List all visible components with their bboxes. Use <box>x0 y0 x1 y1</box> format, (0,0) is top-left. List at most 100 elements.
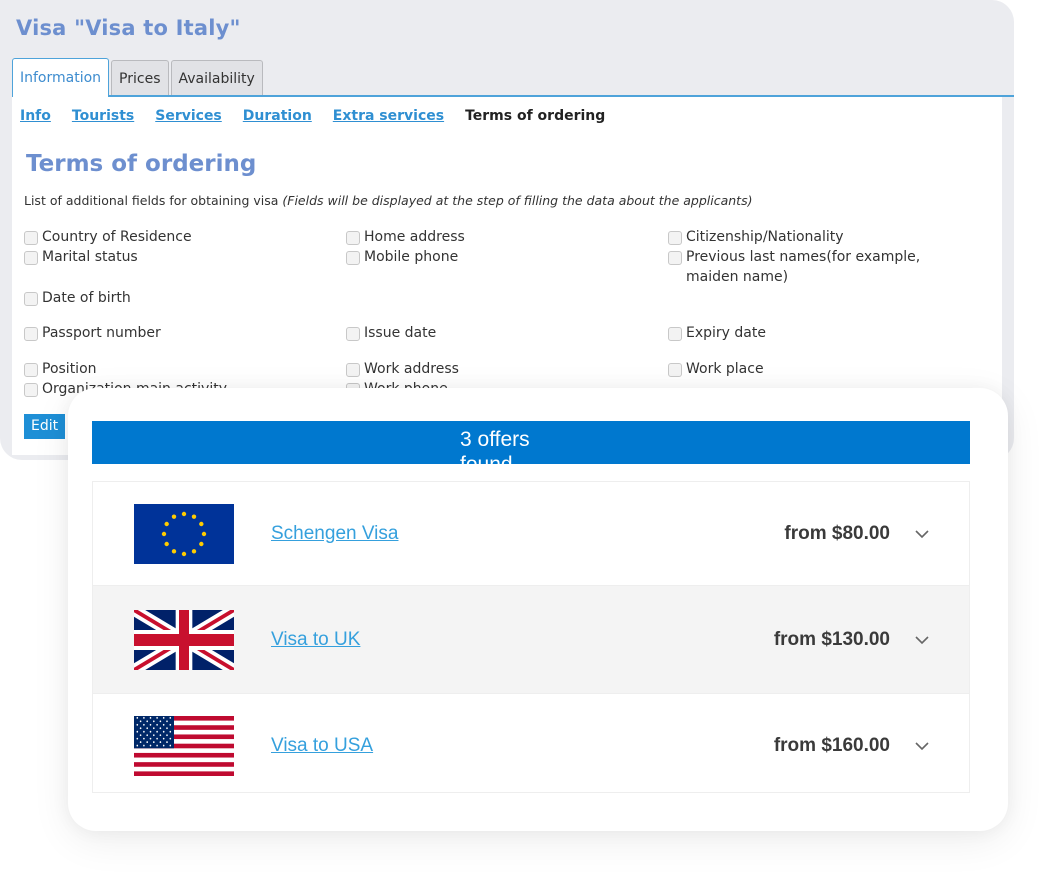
sub-navigation: Info Tourists Services Duration Extra se… <box>20 108 605 124</box>
field-work-place[interactable]: Work place <box>668 359 988 379</box>
us-star <box>169 737 172 740</box>
field-passport-number[interactable]: Passport number <box>24 323 161 343</box>
eu-star <box>161 531 167 536</box>
checkbox[interactable] <box>346 327 360 341</box>
field-label: Previous last names(for example, maiden … <box>686 249 921 285</box>
us-star <box>136 737 139 740</box>
uk-flag-icon <box>134 609 234 670</box>
chevron-down-icon[interactable] <box>913 740 931 752</box>
field-expiry-date[interactable]: Expiry date <box>668 323 988 343</box>
us-star <box>156 730 158 733</box>
eu-star <box>181 551 187 556</box>
offer-price: from $160.00 <box>773 734 890 756</box>
checkbox[interactable] <box>346 251 360 265</box>
eu-star <box>199 541 204 546</box>
field-position[interactable]: Position <box>24 359 97 379</box>
offer-row[interactable]: Visa to UK from $130.00 <box>93 586 969 694</box>
checkbox[interactable] <box>24 251 38 265</box>
offers-count: 3 offers found <box>460 428 530 464</box>
offer-name-link[interactable]: Schengen Visa <box>271 523 398 545</box>
section-heading: Terms of ordering <box>26 151 257 177</box>
us-star <box>143 737 145 740</box>
us-star <box>149 716 152 719</box>
us-star <box>143 730 145 733</box>
offer-name-link[interactable]: Visa to UK <box>271 629 360 651</box>
field-mobile-phone[interactable]: Mobile phone <box>346 247 458 267</box>
field-date-of-birth[interactable]: Date of birth <box>24 288 131 308</box>
us-star <box>169 744 172 746</box>
tab-information[interactable]: Information <box>12 58 110 97</box>
offers-list: Schengen Visa from $80.00 Visa to UK fro… <box>92 481 970 793</box>
usa-flag-icon <box>134 715 234 776</box>
subnav-extra-services[interactable]: Extra services <box>333 108 444 124</box>
field-marital-status[interactable]: Marital status <box>24 247 138 267</box>
chevron-down-icon[interactable] <box>913 634 931 646</box>
us-star <box>169 730 172 733</box>
checkbox[interactable] <box>24 231 38 245</box>
checkbox[interactable] <box>668 327 682 341</box>
field-label: Date of birth <box>42 290 131 306</box>
us-stripe <box>134 770 234 776</box>
tab-bar: Information Prices Availability <box>12 58 265 97</box>
us-star <box>146 719 148 722</box>
us-star <box>156 723 158 726</box>
checkbox[interactable] <box>24 383 38 397</box>
offers-banner: 3 offers found <box>92 421 970 464</box>
subnav-tourists[interactable]: Tourists <box>72 108 134 124</box>
field-home-address[interactable]: Home address <box>346 227 465 247</box>
us-star <box>136 723 139 726</box>
offers-card: 3 offers found Schengen Visa from $80.00 <box>68 388 1008 831</box>
offer-row[interactable]: Visa to USA from $160.00 <box>93 694 969 797</box>
subnav-terms-of-ordering: Terms of ordering <box>465 108 606 124</box>
checkbox[interactable] <box>668 231 682 245</box>
eu-star <box>191 513 197 519</box>
us-star <box>136 744 139 746</box>
us-star <box>166 740 168 743</box>
us-star <box>143 723 145 726</box>
us-star <box>162 723 165 726</box>
offer-row[interactable]: Schengen Visa from $80.00 <box>93 482 969 586</box>
us-star <box>166 733 168 736</box>
us-star <box>162 730 165 733</box>
eu-star <box>171 513 177 519</box>
field-work-address[interactable]: Work address <box>346 359 459 379</box>
field-label: Home address <box>364 229 465 245</box>
us-star <box>153 733 155 736</box>
field-previous-last-names[interactable]: Previous last names(for example, maiden … <box>668 247 968 287</box>
tab-availability[interactable]: Availability <box>170 60 263 96</box>
us-star <box>166 726 168 729</box>
offer-name-link[interactable]: Visa to USA <box>271 735 373 757</box>
description-note: (Fields will be displayed at the step of… <box>282 193 753 208</box>
checkbox[interactable] <box>346 363 360 377</box>
field-label: Position <box>42 361 97 377</box>
us-stripe <box>134 761 234 767</box>
checkbox[interactable] <box>24 292 38 306</box>
field-issue-date[interactable]: Issue date <box>346 323 436 343</box>
us-star <box>149 737 152 740</box>
field-label: Work address <box>364 361 459 377</box>
us-star <box>139 719 142 722</box>
subnav-services[interactable]: Services <box>155 108 222 124</box>
field-citizenship[interactable]: Citizenship/Nationality <box>668 227 988 247</box>
field-label: Country of Residence <box>42 229 192 245</box>
checkbox[interactable] <box>24 363 38 377</box>
us-star <box>153 719 155 722</box>
eu-star <box>191 548 197 554</box>
chevron-down-icon[interactable] <box>913 528 931 540</box>
field-label: Mobile phone <box>364 249 459 265</box>
checkbox[interactable] <box>668 251 682 265</box>
subnav-info[interactable]: Info <box>20 108 51 124</box>
field-country-of-residence[interactable]: Country of Residence <box>24 227 192 247</box>
us-star <box>156 737 158 740</box>
checkbox[interactable] <box>346 231 360 245</box>
us-star <box>159 726 162 729</box>
us-star <box>139 733 142 736</box>
edit-button[interactable]: Edit <box>24 414 66 439</box>
subnav-duration[interactable]: Duration <box>243 108 312 124</box>
tab-prices[interactable]: Prices <box>111 60 169 96</box>
checkbox[interactable] <box>24 327 38 341</box>
checkbox[interactable] <box>668 363 682 377</box>
us-star <box>146 740 148 743</box>
eu-star <box>164 541 169 546</box>
us-star <box>156 716 158 719</box>
